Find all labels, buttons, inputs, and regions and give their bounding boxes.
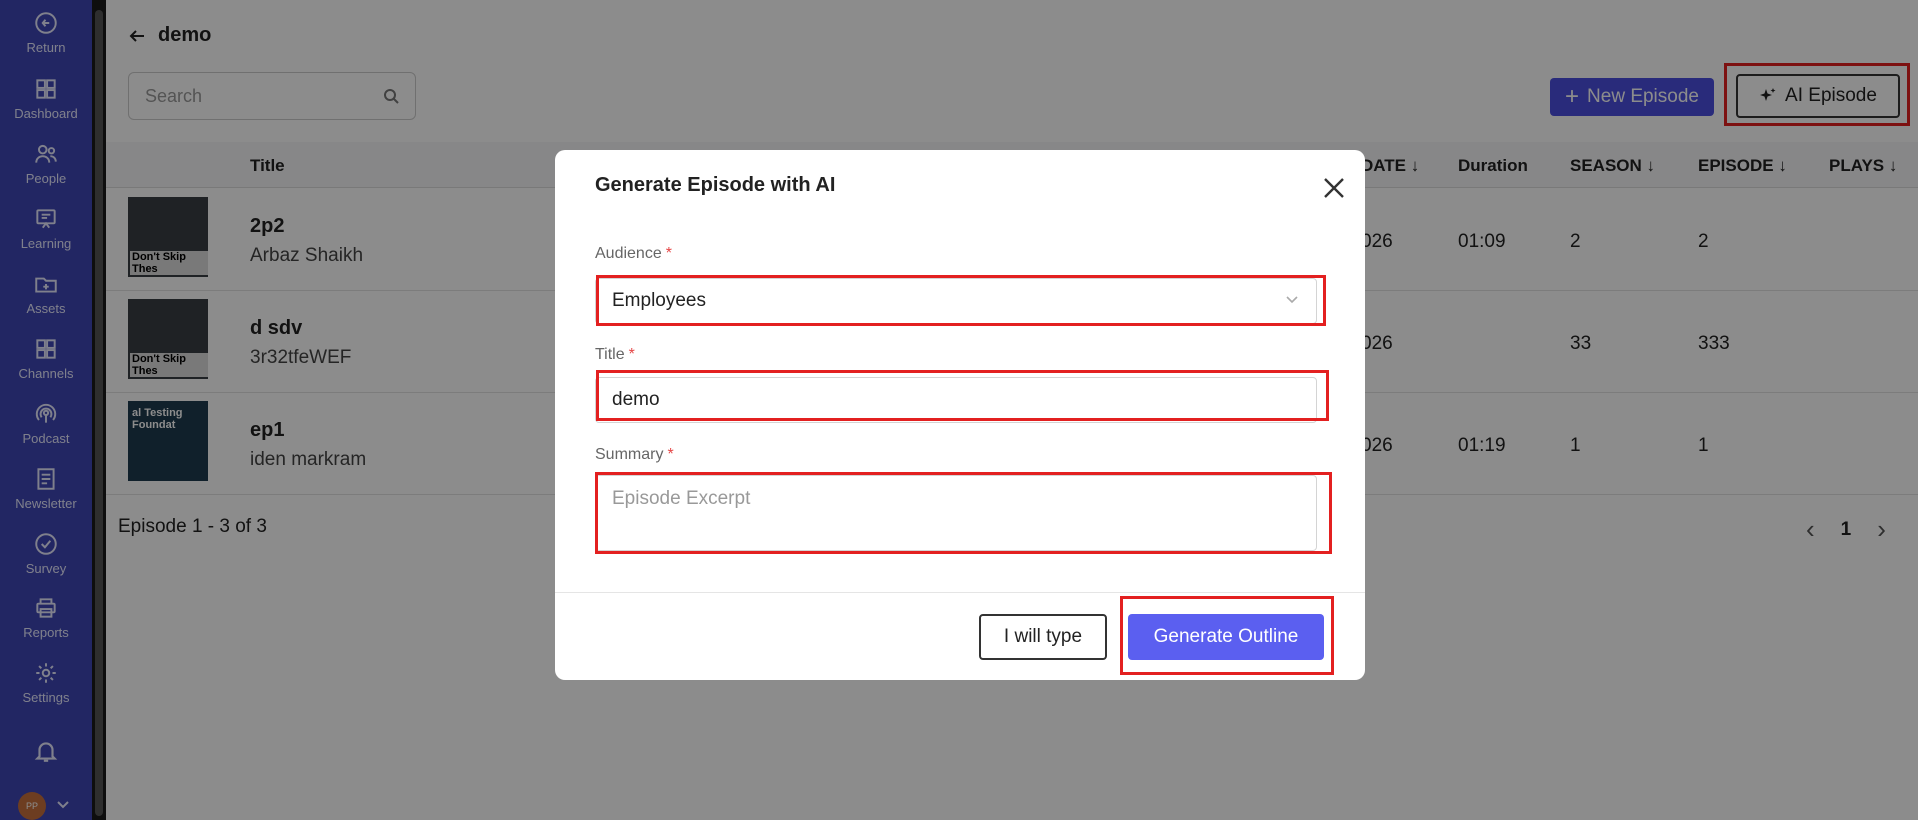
generate-episode-dialog: Generate Episode with AI Audience * Emplo… [555,150,1365,680]
i-will-type-button[interactable]: I will type [979,614,1107,660]
dialog-divider [555,592,1365,593]
dialog-title: Generate Episode with AI [595,174,836,196]
i-will-type-label: I will type [1003,626,1083,647]
close-icon[interactable] [1320,174,1348,202]
highlight-box [596,275,1326,326]
highlight-box [595,472,1332,554]
highlight-box [596,370,1329,421]
audience-label-text: Audience [595,245,662,262]
summary-label-text: Summary [595,446,664,463]
highlight-box [1120,596,1334,675]
required-marker: * [667,446,674,463]
summary-label: Summary * [595,446,674,464]
required-marker: * [628,346,635,363]
audience-label: Audience * [595,245,672,263]
required-marker: * [665,245,672,262]
title-label: Title * [595,346,635,364]
title-label-text: Title [595,346,625,363]
